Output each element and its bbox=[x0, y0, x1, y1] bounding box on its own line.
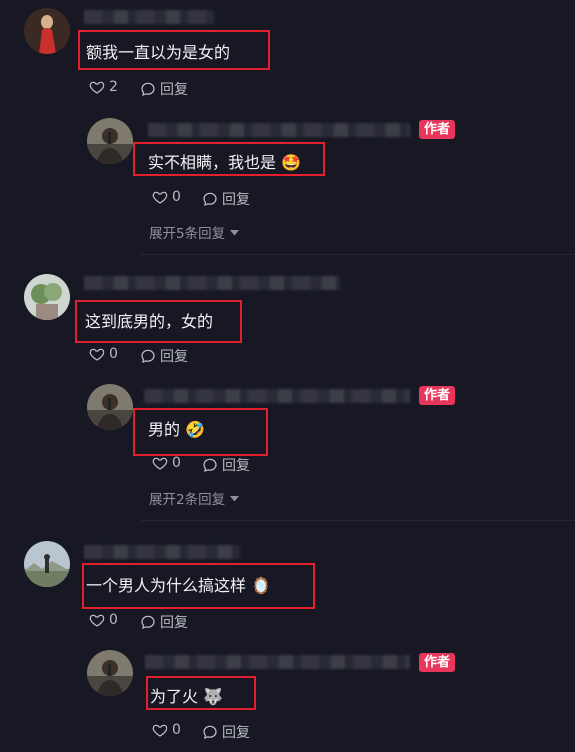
chat-bubble-icon bbox=[140, 348, 156, 364]
heart-icon bbox=[152, 722, 168, 738]
heart-icon bbox=[89, 79, 105, 95]
author-badge: 作者 bbox=[419, 120, 456, 139]
heart-icon bbox=[89, 346, 105, 362]
heart-icon bbox=[152, 189, 168, 205]
like-count: 0 bbox=[172, 455, 181, 471]
section-divider bbox=[141, 254, 575, 255]
reply-label: 回复 bbox=[222, 192, 250, 208]
reply-button[interactable]: 回复 bbox=[202, 455, 250, 475]
author-avatar[interactable] bbox=[87, 118, 133, 164]
chat-bubble-icon bbox=[202, 457, 218, 473]
caret-down-icon bbox=[230, 224, 240, 240]
expand-replies-button[interactable]: 展开2条回复 bbox=[149, 488, 240, 508]
commenter-name-blurred bbox=[84, 10, 214, 24]
comment-text: 一个男人为什么搞这样 🪞 bbox=[86, 576, 272, 595]
reply-button[interactable]: 回复 bbox=[202, 722, 250, 742]
reply-label: 回复 bbox=[160, 615, 188, 631]
author-name-blurred bbox=[144, 389, 410, 403]
like-button[interactable]: 0 bbox=[89, 612, 118, 628]
chat-bubble-icon bbox=[202, 724, 218, 740]
like-button[interactable]: 0 bbox=[152, 722, 181, 738]
author-avatar[interactable] bbox=[87, 650, 133, 696]
like-count: 0 bbox=[172, 189, 181, 205]
commenter-avatar[interactable] bbox=[24, 274, 70, 320]
commenter-name-blurred bbox=[84, 545, 240, 559]
like-count: 0 bbox=[109, 612, 118, 628]
like-count: 0 bbox=[109, 346, 118, 362]
star-struck-emoji-icon: 🤩 bbox=[281, 153, 302, 172]
author-name-blurred bbox=[145, 655, 410, 669]
author-badge: 作者 bbox=[419, 653, 456, 672]
expand-replies-button[interactable]: 展开5条回复 bbox=[149, 222, 240, 242]
author-name-blurred bbox=[148, 123, 410, 137]
chat-bubble-icon bbox=[140, 614, 156, 630]
reply-button[interactable]: 回复 bbox=[202, 189, 250, 209]
reply-label: 回复 bbox=[222, 725, 250, 741]
caret-down-icon bbox=[230, 490, 240, 506]
heart-icon bbox=[152, 455, 168, 471]
chat-bubble-icon bbox=[140, 81, 156, 97]
wolf-emoji-icon: 🐺 bbox=[203, 687, 224, 706]
reply-button[interactable]: 回复 bbox=[140, 346, 188, 366]
like-count: 0 bbox=[172, 722, 181, 738]
commenter-name-blurred bbox=[84, 276, 340, 290]
reply-button[interactable]: 回复 bbox=[140, 79, 188, 99]
commenter-avatar[interactable] bbox=[24, 541, 70, 587]
like-button[interactable]: 2 bbox=[89, 79, 118, 95]
heart-icon bbox=[89, 612, 105, 628]
reply-label: 回复 bbox=[160, 349, 188, 365]
author-badge: 作者 bbox=[419, 386, 456, 405]
reply-text: 为了火 🐺 bbox=[150, 687, 224, 706]
like-button[interactable]: 0 bbox=[152, 189, 181, 205]
reply-text: 男的 🤣 bbox=[148, 420, 206, 439]
section-divider bbox=[141, 520, 575, 521]
sticker-emoji-icon: 🪞 bbox=[251, 576, 272, 595]
comment-text: 这到底男的，女的 bbox=[85, 312, 214, 331]
like-button[interactable]: 0 bbox=[152, 455, 181, 471]
author-avatar[interactable] bbox=[87, 384, 133, 430]
like-count: 2 bbox=[109, 79, 118, 95]
like-button[interactable]: 0 bbox=[89, 346, 118, 362]
reply-text: 实不相瞒，我也是 🤩 bbox=[148, 153, 302, 172]
comment-text: 额我一直以为是女的 bbox=[86, 43, 231, 62]
reply-label: 回复 bbox=[160, 82, 188, 98]
chat-bubble-icon bbox=[202, 191, 218, 207]
reply-button[interactable]: 回复 bbox=[140, 612, 188, 632]
rofl-emoji-icon: 🤣 bbox=[185, 420, 206, 439]
commenter-avatar[interactable] bbox=[24, 8, 70, 54]
reply-label: 回复 bbox=[222, 458, 250, 474]
